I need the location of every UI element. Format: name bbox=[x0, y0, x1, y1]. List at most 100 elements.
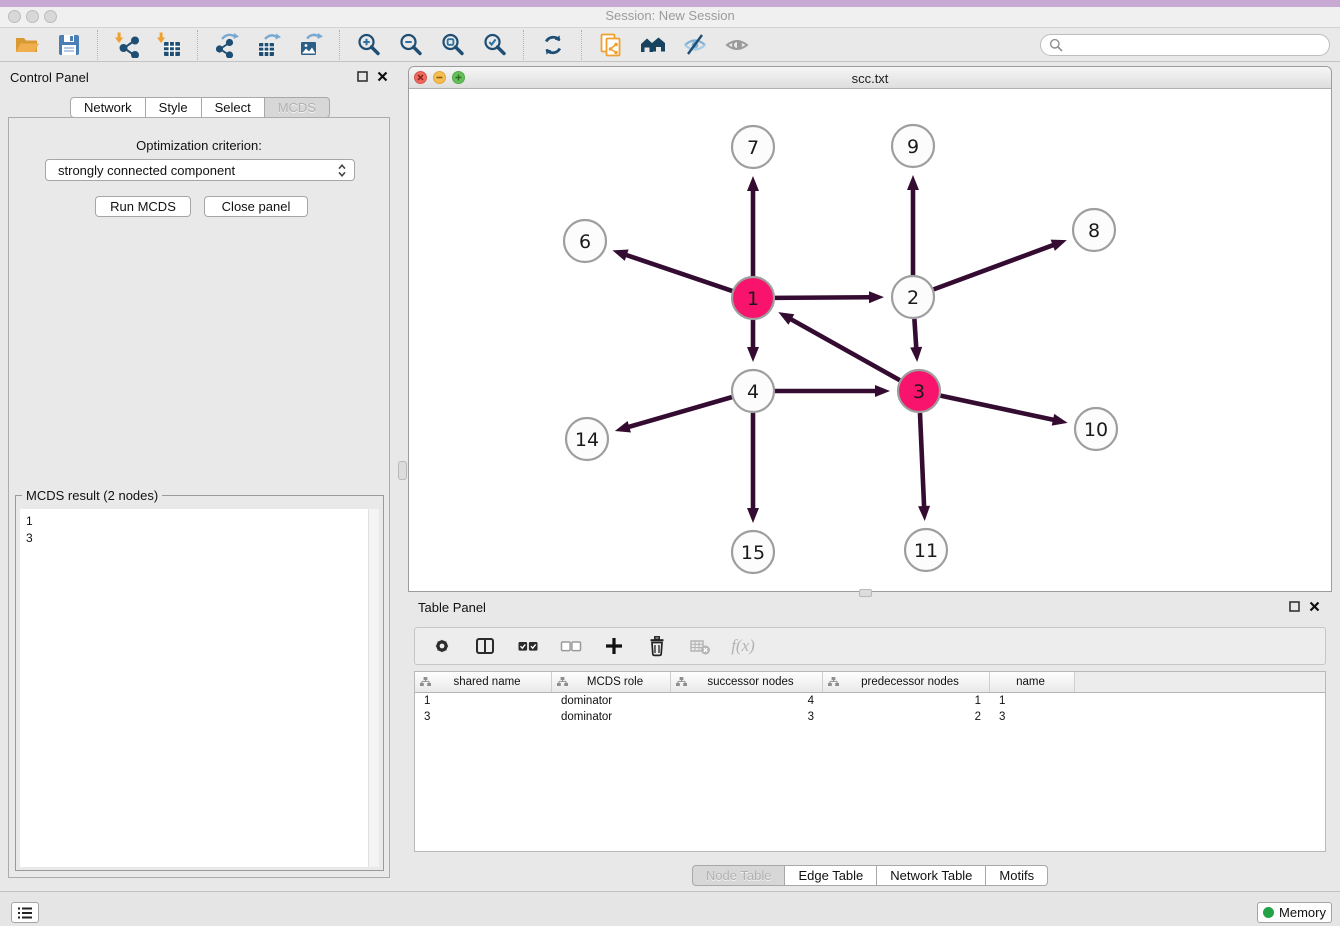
graph-edge-1-6[interactable] bbox=[612, 249, 732, 290]
tab-node-table[interactable]: Node Table bbox=[692, 865, 786, 886]
tab-network[interactable]: Network bbox=[70, 97, 146, 118]
graph-node-10[interactable]: 10 bbox=[1075, 408, 1117, 450]
tab-edge-table[interactable]: Edge Table bbox=[785, 865, 877, 886]
graph-edge-2-3[interactable] bbox=[910, 319, 922, 362]
graph-node-2[interactable]: 2 bbox=[892, 276, 934, 318]
graph-node-3[interactable]: 3 bbox=[898, 370, 940, 412]
graph-node-11[interactable]: 11 bbox=[905, 529, 947, 571]
table-cell[interactable]: 1 bbox=[823, 695, 990, 707]
search-input[interactable] bbox=[1069, 36, 1321, 53]
clone-network-button[interactable] bbox=[594, 30, 627, 60]
graph-node-1[interactable]: 1 bbox=[732, 277, 774, 319]
panel-splitter-handle[interactable] bbox=[398, 461, 407, 480]
run-mcds-button[interactable]: Run MCDS bbox=[95, 196, 191, 217]
zoom-out-button[interactable] bbox=[394, 30, 427, 60]
table-cell[interactable]: 3 bbox=[671, 711, 823, 723]
result-scrollbar[interactable] bbox=[368, 509, 379, 867]
column-header-mcds-role[interactable]: MCDS role bbox=[552, 672, 671, 692]
mcds-result-group: MCDS result (2 nodes) 13 bbox=[15, 495, 384, 871]
export-table-button[interactable] bbox=[252, 30, 285, 60]
toggle-columns-button[interactable] bbox=[472, 633, 498, 659]
export-network-button[interactable] bbox=[210, 30, 243, 60]
show-panel-button[interactable] bbox=[720, 30, 753, 60]
graph-node-7[interactable]: 7 bbox=[732, 126, 774, 168]
svg-text:14: 14 bbox=[575, 429, 599, 451]
search-box[interactable] bbox=[1040, 34, 1330, 56]
column-header-predecessor-nodes[interactable]: predecessor nodes bbox=[823, 672, 990, 692]
delete-table-button[interactable] bbox=[687, 633, 713, 659]
hide-panel-button[interactable] bbox=[678, 30, 711, 60]
columns-icon bbox=[474, 635, 496, 657]
clone-network-icon bbox=[598, 32, 624, 58]
delete-column-button[interactable] bbox=[644, 633, 670, 659]
graph-edge-1-4[interactable] bbox=[747, 320, 759, 362]
memory-button[interactable]: Memory bbox=[1257, 902, 1332, 923]
toolbar-separator bbox=[339, 30, 340, 60]
export-image-icon bbox=[298, 32, 324, 58]
table-cell[interactable]: 1 bbox=[990, 695, 1075, 707]
graph-node-4[interactable]: 4 bbox=[732, 370, 774, 412]
task-history-button[interactable] bbox=[11, 902, 39, 923]
home-layout-button[interactable] bbox=[636, 30, 669, 60]
graph-edge-2-8[interactable] bbox=[934, 240, 1067, 290]
table-row[interactable]: 1dominator411 bbox=[415, 693, 1325, 709]
graph-edge-1-2[interactable] bbox=[775, 291, 884, 303]
open-session-button[interactable] bbox=[10, 30, 43, 60]
graph-node-9[interactable]: 9 bbox=[892, 125, 934, 167]
import-network-button[interactable] bbox=[110, 30, 143, 60]
graph-edge-1-7[interactable] bbox=[747, 176, 759, 276]
column-header-shared-name[interactable]: shared name bbox=[415, 672, 552, 692]
save-session-button[interactable] bbox=[52, 30, 85, 60]
graph-node-15[interactable]: 15 bbox=[732, 531, 774, 573]
zoom-in-button[interactable] bbox=[352, 30, 385, 60]
select-all-rows-button[interactable] bbox=[515, 633, 541, 659]
close-panel-button[interactable]: Close panel bbox=[204, 196, 308, 217]
table-row[interactable]: 3dominator323 bbox=[415, 709, 1325, 725]
graph-node-8[interactable]: 8 bbox=[1073, 209, 1115, 251]
table-cell[interactable]: dominator bbox=[552, 711, 671, 723]
graph-node-14[interactable]: 14 bbox=[566, 418, 608, 460]
table-settings-button[interactable] bbox=[429, 633, 455, 659]
table-cell[interactable]: 4 bbox=[671, 695, 823, 707]
toolbar-separator bbox=[97, 30, 98, 60]
function-builder-button[interactable]: f(x) bbox=[730, 633, 756, 659]
import-table-button[interactable] bbox=[152, 30, 185, 60]
export-image-button[interactable] bbox=[294, 30, 327, 60]
add-column-button[interactable] bbox=[601, 633, 627, 659]
column-header-successor-nodes[interactable]: successor nodes bbox=[671, 672, 823, 692]
table-cell[interactable]: 3 bbox=[415, 711, 552, 723]
network-canvas[interactable]: 7 9 6 8 1 2 4 3 14 10 15 11 bbox=[409, 89, 1331, 591]
optimization-dropdown[interactable]: strongly connected component bbox=[45, 159, 355, 181]
deselect-all-rows-button[interactable] bbox=[558, 633, 584, 659]
zoom-fit-button[interactable] bbox=[436, 30, 469, 60]
close-panel-icon[interactable] bbox=[377, 71, 388, 82]
float-panel-icon[interactable] bbox=[357, 71, 368, 82]
graph-edge-4-14[interactable] bbox=[615, 397, 732, 432]
graph-edge-3-11[interactable] bbox=[918, 413, 930, 521]
graph-node-6[interactable]: 6 bbox=[564, 220, 606, 262]
network-window-titlebar[interactable]: scc.txt bbox=[409, 67, 1331, 89]
table-cell[interactable]: 3 bbox=[990, 711, 1075, 723]
graph-edge-3-10[interactable] bbox=[941, 396, 1068, 426]
tab-network-table[interactable]: Network Table bbox=[877, 865, 986, 886]
table-cell[interactable]: 2 bbox=[823, 711, 990, 723]
tab-mcds[interactable]: MCDS bbox=[265, 97, 330, 118]
graph-edge-3-1[interactable] bbox=[778, 312, 900, 380]
graph-edge-4-3[interactable] bbox=[775, 385, 890, 397]
node-table: shared nameMCDS rolesuccessor nodesprede… bbox=[414, 671, 1326, 852]
tab-select[interactable]: Select bbox=[202, 97, 265, 118]
table-splitter-handle[interactable] bbox=[859, 589, 872, 597]
table-cell[interactable]: dominator bbox=[552, 695, 671, 707]
zoom-selected-button[interactable] bbox=[478, 30, 511, 60]
tab-style[interactable]: Style bbox=[146, 97, 202, 118]
column-header-name[interactable]: name bbox=[990, 672, 1075, 692]
table-cell[interactable]: 1 bbox=[415, 695, 552, 707]
tab-motifs[interactable]: Motifs bbox=[986, 865, 1048, 886]
graph-edge-2-9[interactable] bbox=[907, 175, 919, 275]
refresh-layout-button[interactable] bbox=[536, 30, 569, 60]
close-panel-icon[interactable] bbox=[1309, 601, 1320, 612]
graph-edge-4-15[interactable] bbox=[747, 413, 759, 523]
control-panel-tabs: NetworkStyleSelectMCDS bbox=[0, 97, 400, 118]
mcds-result-area[interactable]: 13 bbox=[20, 509, 379, 867]
float-panel-icon[interactable] bbox=[1289, 601, 1300, 612]
